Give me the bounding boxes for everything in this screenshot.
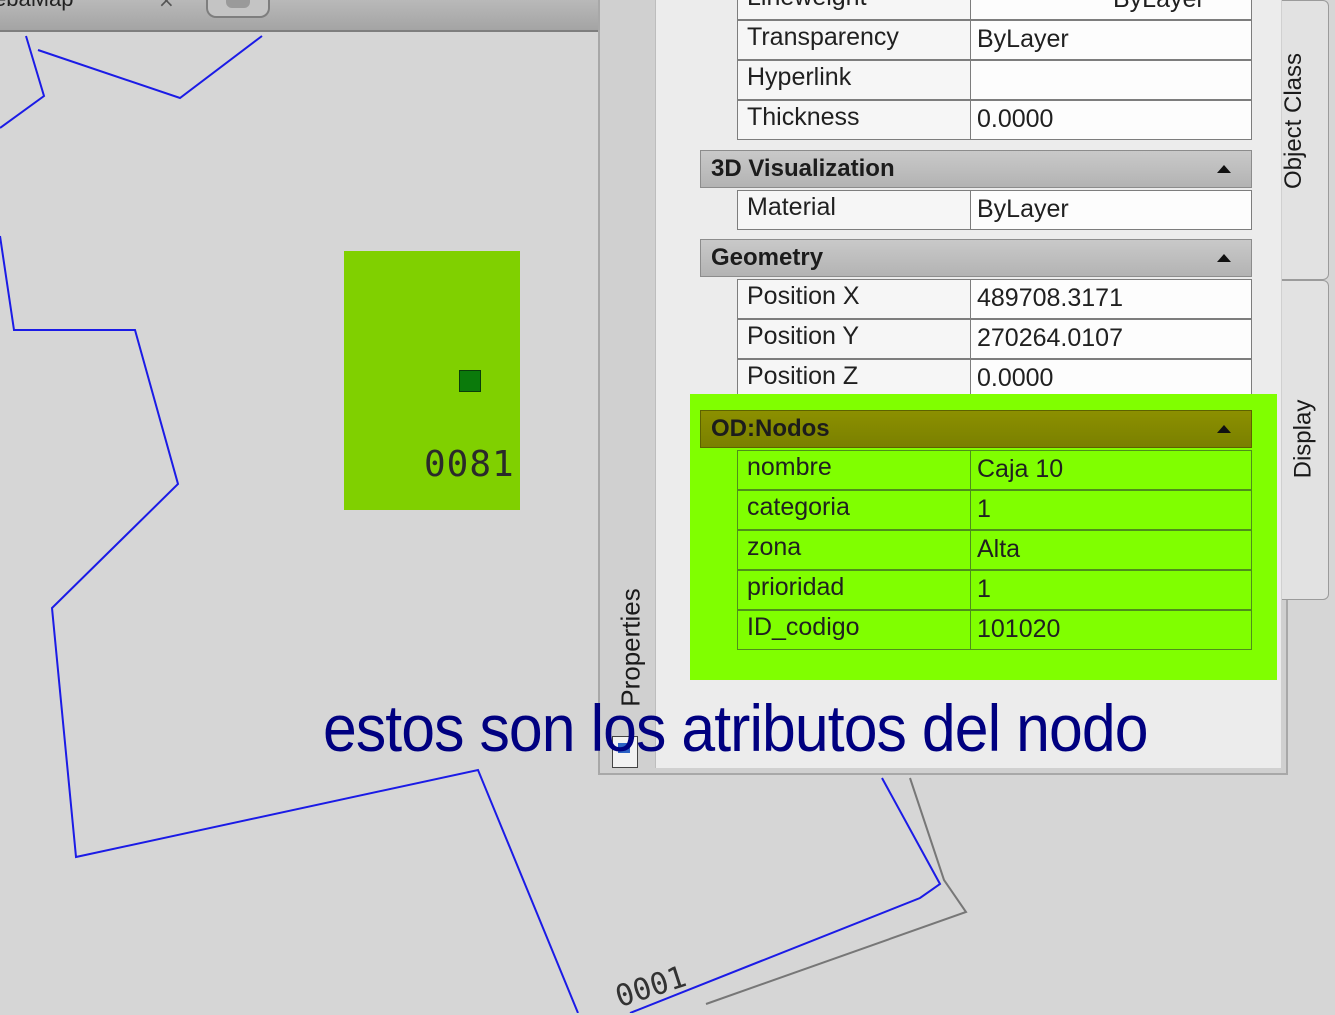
section-geometry[interactable]: Geometry	[700, 239, 1252, 277]
boundary-polyline	[37, 35, 263, 100]
prop-value-material[interactable]: ByLayer	[971, 190, 1252, 230]
close-tab-icon[interactable]: ×	[158, 0, 175, 12]
prop-label-prioridad: prioridad	[737, 570, 971, 610]
prop-value-lineweight-text: ByLayer	[1113, 0, 1205, 14]
tab-display[interactable]: Display	[1282, 280, 1329, 600]
prop-value-position-x[interactable]: 489708.3171	[971, 279, 1252, 319]
document-tab-label[interactable]: ebaMap	[0, 0, 74, 12]
section-title: Geometry	[711, 244, 824, 271]
tab-display-label: Display	[1289, 399, 1317, 479]
section-od-nodos[interactable]: OD:Nodos	[700, 410, 1252, 448]
collapse-arrow-icon[interactable]	[1217, 254, 1231, 262]
prop-label-position-x: Position X	[737, 279, 971, 319]
prop-label-position-y: Position Y	[737, 319, 971, 359]
prop-label-transparency: Transparency	[737, 20, 971, 60]
tab-object-class[interactable]: Object Class	[1280, 0, 1329, 280]
prop-value-transparency[interactable]: ByLayer	[971, 20, 1252, 60]
prop-label-id-codigo: ID_codigo	[737, 610, 971, 650]
prop-value-hyperlink[interactable]	[971, 60, 1252, 100]
new-tab-button[interactable]	[206, 0, 270, 18]
prop-value-id-codigo[interactable]: 101020	[971, 610, 1252, 650]
prop-value-zona[interactable]: Alta	[971, 530, 1252, 570]
prop-value-position-y[interactable]: 270264.0107	[971, 319, 1252, 359]
section-title: OD:Nodos	[711, 415, 830, 442]
prop-value-prioridad[interactable]: 1	[971, 570, 1252, 610]
prop-value-lineweight[interactable]: ByLayer	[971, 0, 1252, 20]
boundary-polyline	[0, 35, 46, 129]
annotation-text: estos son los atributos del nodo	[323, 691, 1148, 765]
prop-label-material: Material	[737, 190, 971, 230]
prop-value-nombre[interactable]: Caja 10	[971, 450, 1252, 490]
document-tab-strip: ebaMap ×	[0, 0, 598, 32]
plus-icon	[226, 0, 250, 8]
gray-polyline	[705, 777, 968, 1005]
prop-label-categoria: categoria	[737, 490, 971, 530]
prop-value-position-z[interactable]: 0.0000	[971, 359, 1252, 399]
tab-object-class-label: Object Class	[1280, 52, 1308, 190]
prop-label-lineweight: Lineweight	[737, 0, 971, 20]
collapse-arrow-icon[interactable]	[1217, 425, 1231, 433]
prop-value-categoria[interactable]: 1	[971, 490, 1252, 530]
prop-label-zona: zona	[737, 530, 971, 570]
prop-label-position-z: Position Z	[737, 359, 971, 399]
node-marker[interactable]	[459, 370, 481, 392]
node-label: 0081	[424, 444, 515, 485]
prop-label-nombre: nombre	[737, 450, 971, 490]
prop-label-hyperlink: Hyperlink	[737, 60, 971, 100]
prop-label-thickness: Thickness	[737, 100, 971, 140]
section-3d-visualization[interactable]: 3D Visualization	[700, 150, 1252, 188]
side-tabs: Object Class Display	[1280, 0, 1335, 775]
collapse-arrow-icon[interactable]	[1217, 165, 1231, 173]
prop-value-thickness[interactable]: 0.0000	[971, 100, 1252, 140]
section-title: 3D Visualization	[711, 155, 895, 182]
